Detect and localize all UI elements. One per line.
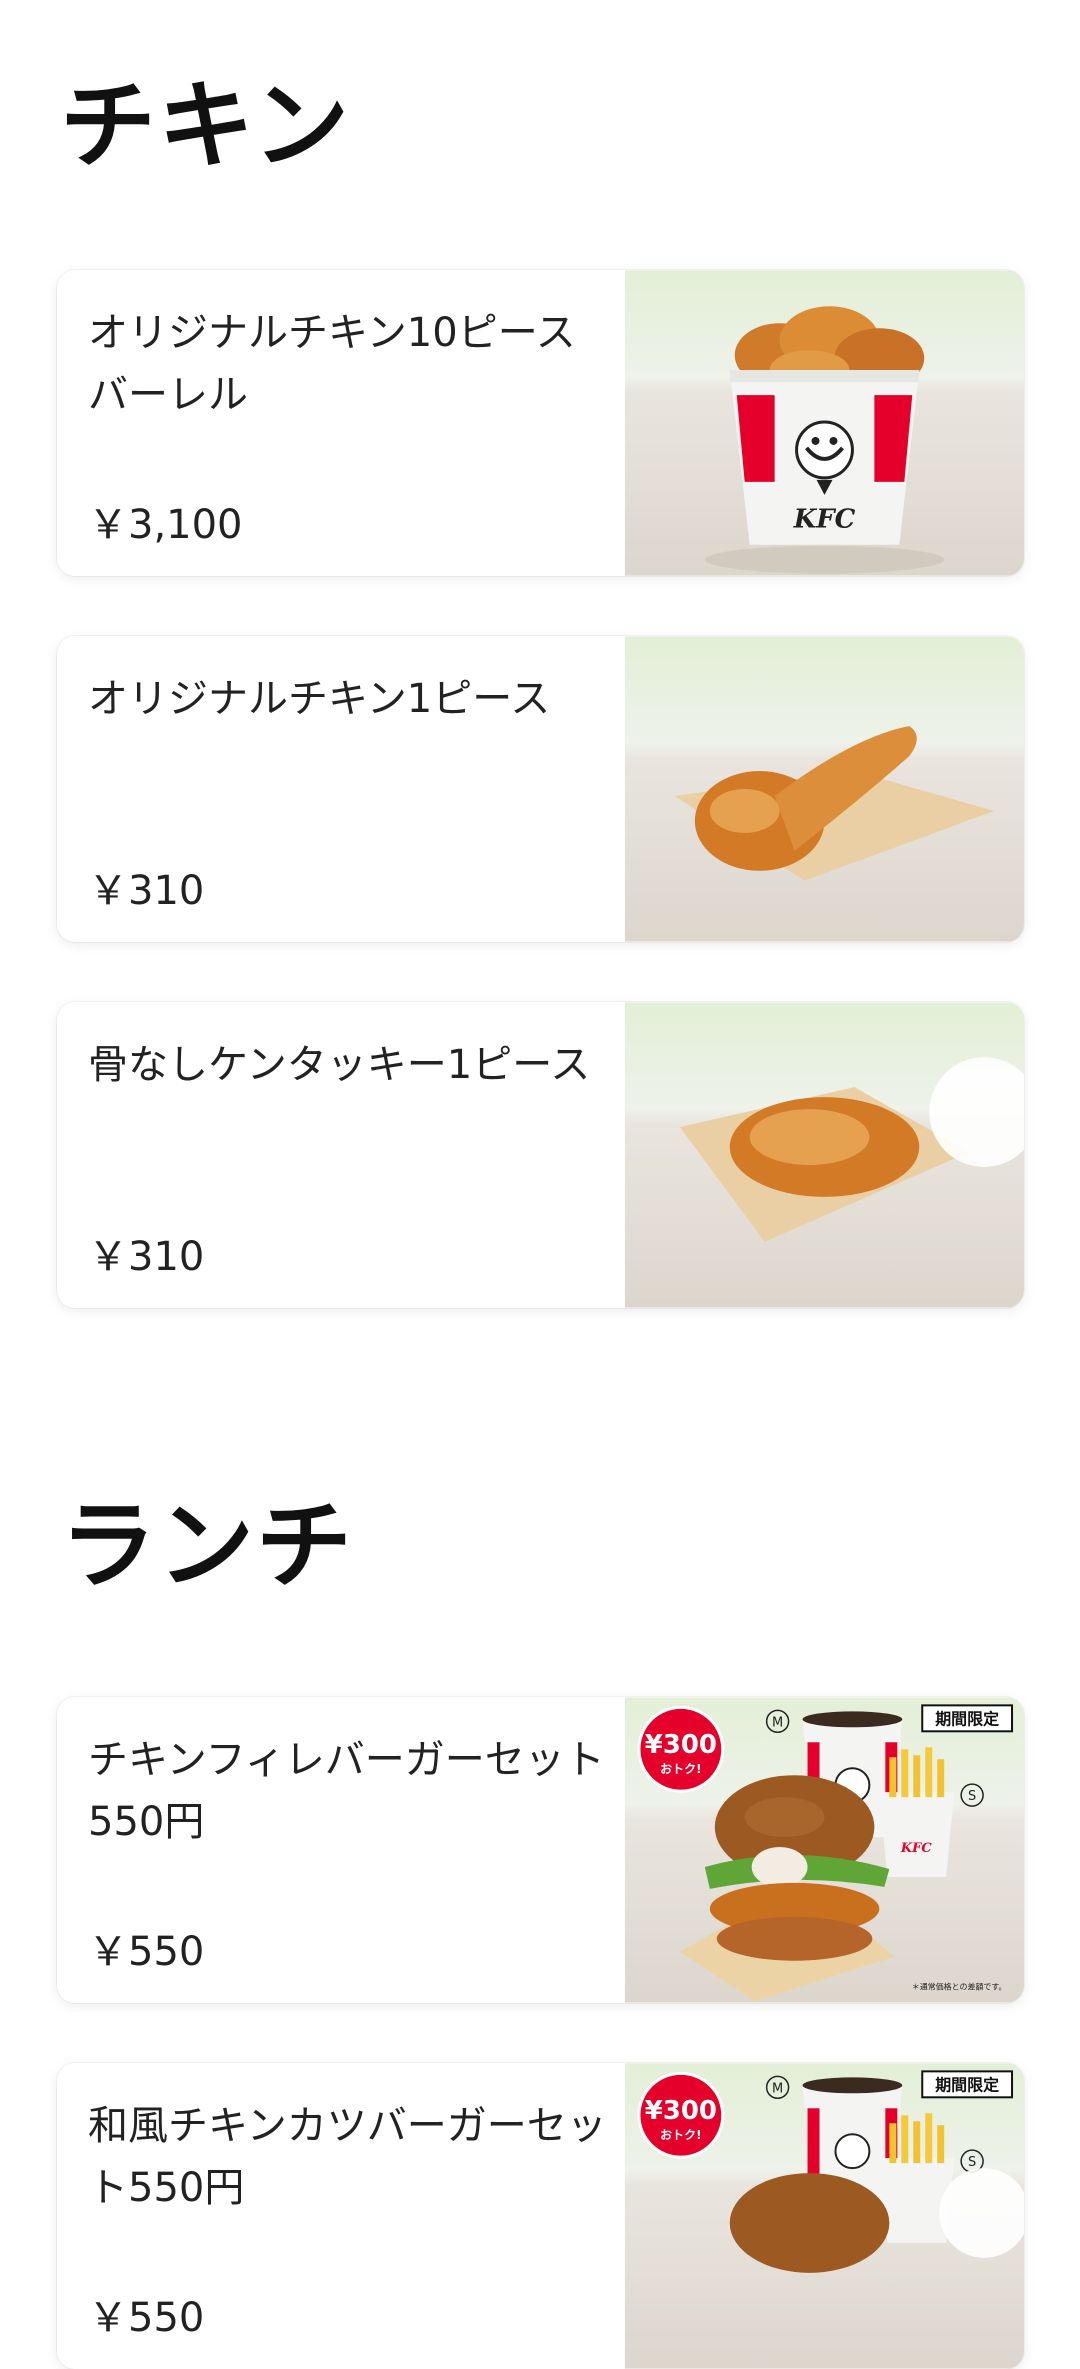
menu-item-price: ￥3,100 bbox=[88, 502, 243, 548]
size-s-label: S bbox=[968, 2155, 976, 2170]
menu-item-name: オリジナルチキン10ピースバーレル bbox=[88, 310, 576, 418]
menu-item-price: ￥550 bbox=[88, 1929, 205, 1975]
size-s-label: S bbox=[968, 1789, 976, 1804]
price-note: ＊通常価格との差額です。 bbox=[912, 1982, 1007, 1992]
discount-badge-sub: おトク! bbox=[660, 2128, 701, 2142]
menu-item-price: ￥550 bbox=[88, 2295, 205, 2341]
discount-badge: ¥300 bbox=[645, 2096, 717, 2126]
menu-item-price: ￥310 bbox=[88, 868, 205, 914]
menu-item-price: ￥310 bbox=[88, 1234, 205, 1280]
discount-badge: ¥300 bbox=[645, 1730, 717, 1760]
burger-set-icon: ¥300 おトク! 期間限定 M S bbox=[625, 2063, 1024, 2369]
menu-item-name: オリジナルチキン1ピース bbox=[88, 676, 551, 722]
boneless-chicken-icon bbox=[625, 1002, 1024, 1308]
section-title-chicken: チキン bbox=[60, 70, 352, 182]
menu-item-card[interactable]: チキンフィレバーガーセット550円 ￥550 KFC ¥300 おトク! 期間限… bbox=[57, 1697, 1024, 2003]
limited-time-label: 期間限定 bbox=[935, 2075, 999, 2094]
size-m-label: M bbox=[772, 2081, 783, 2096]
menu-item-name: チキンフィレバーガーセット550円 bbox=[88, 1737, 605, 1845]
menu-item-card[interactable]: 骨なしケンタッキー1ピース ￥310 bbox=[57, 1002, 1024, 1308]
size-m-label: M bbox=[772, 1715, 783, 1730]
burger-set-icon: KFC ¥300 おトク! 期間限定 M S ＊通常価格との差額です。 bbox=[625, 1697, 1024, 2003]
svg-text:KFC: KFC bbox=[793, 505, 856, 535]
menu-item-card[interactable]: 和風チキンカツバーガーセット550円 ￥550 ¥300 おトク! 期間限定 M… bbox=[57, 2063, 1024, 2369]
menu-item-name: 骨なしケンタッキー1ピース bbox=[88, 1042, 591, 1088]
limited-time-label: 期間限定 bbox=[935, 1709, 999, 1728]
menu-item-name: 和風チキンカツバーガーセット550円 bbox=[88, 2103, 607, 2211]
discount-badge-sub: おトク! bbox=[660, 1762, 701, 1776]
menu-item-card[interactable]: オリジナルチキン10ピースバーレル ￥3,100 KFC bbox=[57, 270, 1024, 576]
menu-item-card[interactable]: オリジナルチキン1ピース ￥310 bbox=[57, 636, 1024, 942]
section-title-lunch: ランチ bbox=[60, 1490, 354, 1602]
svg-text:KFC: KFC bbox=[900, 1841, 932, 1856]
chicken-drumstick-icon bbox=[625, 636, 1024, 942]
chicken-bucket-icon: KFC bbox=[625, 270, 1024, 576]
